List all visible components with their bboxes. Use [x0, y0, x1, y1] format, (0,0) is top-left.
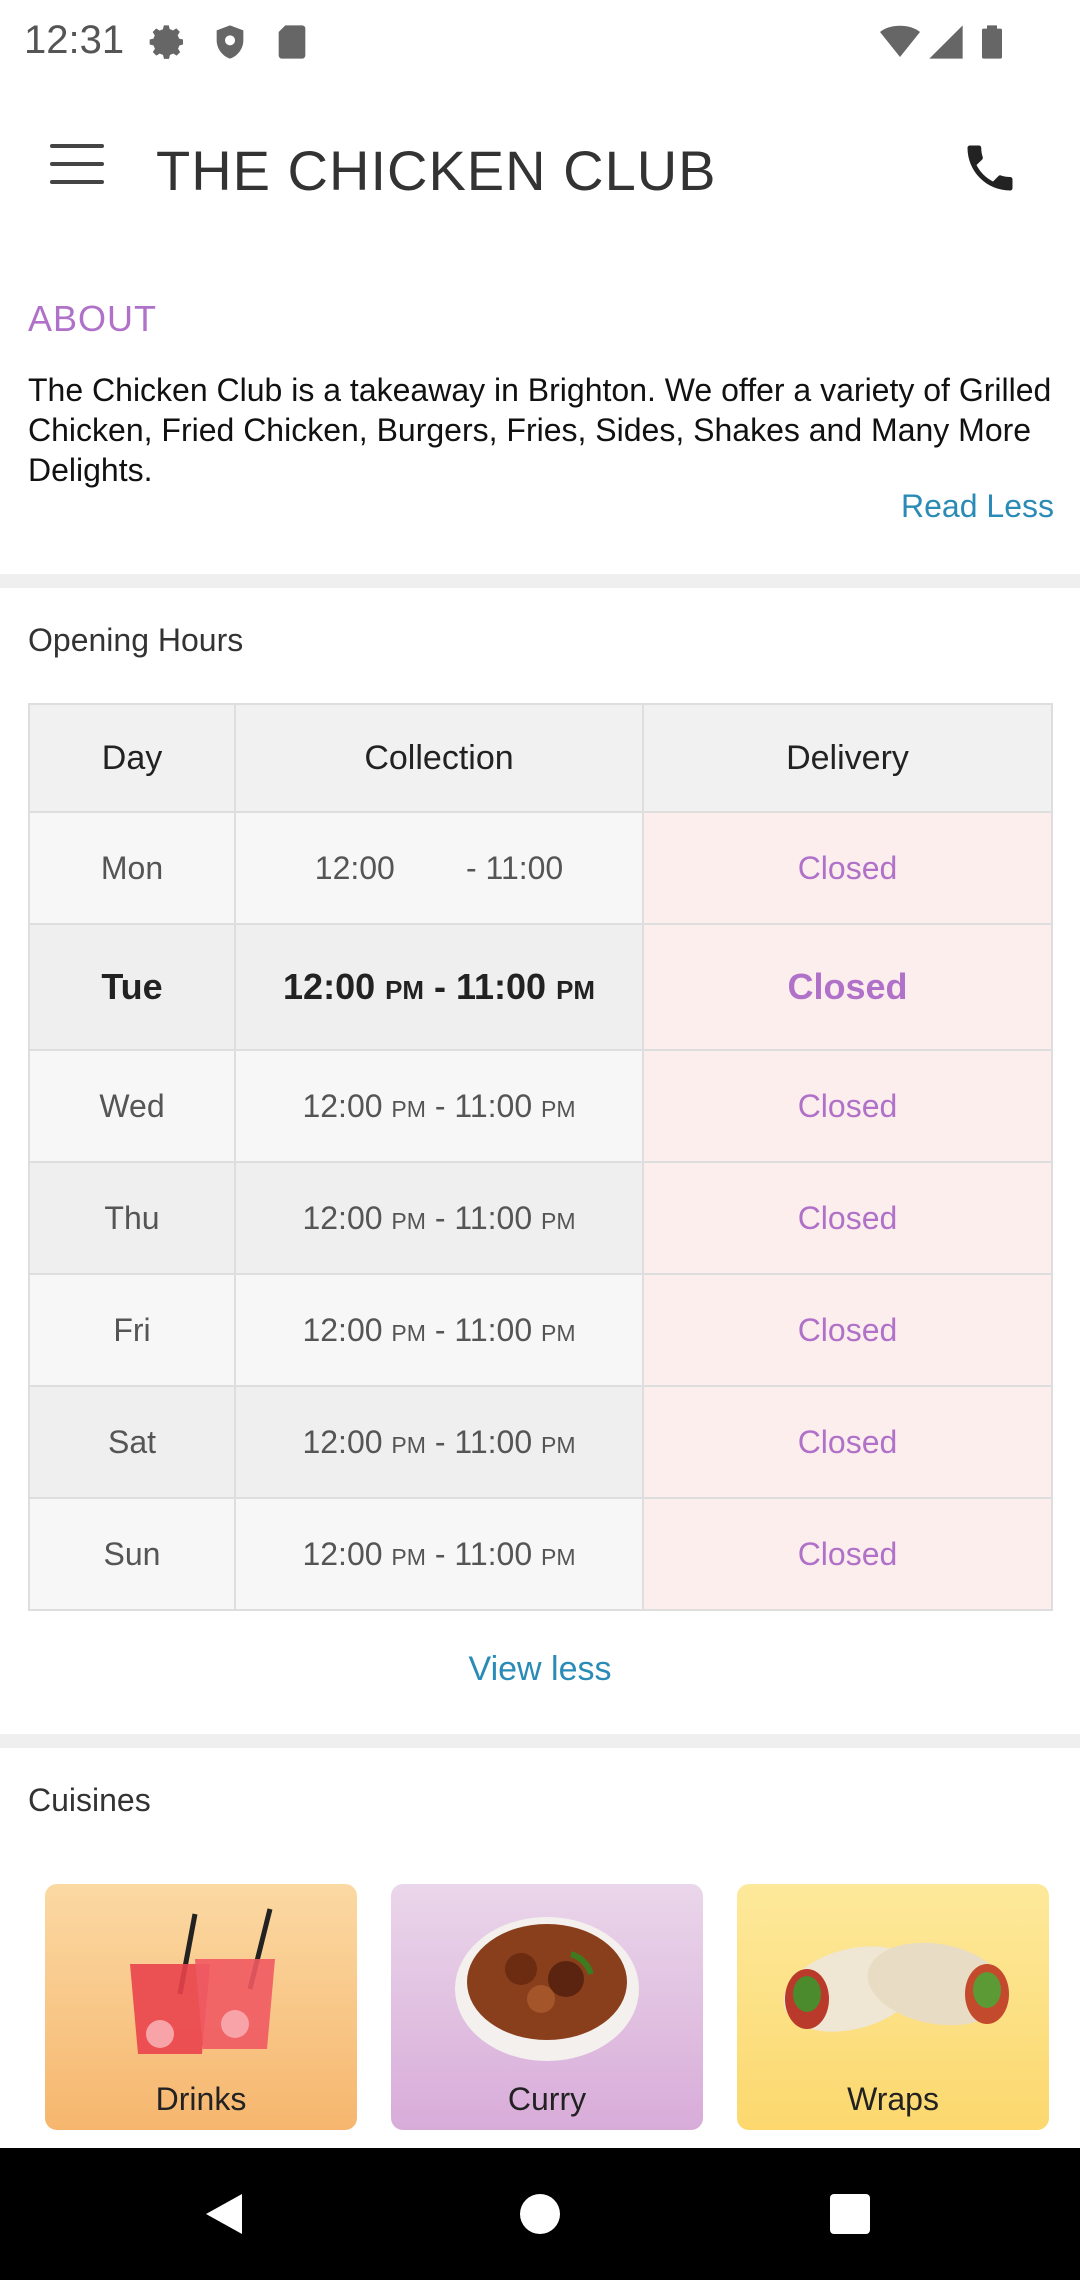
table-row: Wed 12:00 PM - 11:00 PM Closed	[28, 1049, 1053, 1163]
delivery-cell: Closed	[642, 811, 1053, 925]
opening-hours-table: Day Collection Delivery Mon 12:00 - 11:0…	[28, 703, 1053, 1611]
day-cell: Wed	[28, 1049, 236, 1163]
home-icon[interactable]	[516, 2190, 564, 2238]
back-icon[interactable]	[202, 2190, 250, 2238]
wraps-image	[783, 1942, 1009, 2032]
column-header-day: Day	[28, 703, 236, 813]
phone-icon[interactable]	[960, 138, 1020, 198]
read-less-link[interactable]: Read Less	[901, 488, 1054, 525]
collection-cell: 12:00 PM - 11:00 PM	[234, 1049, 644, 1163]
delivery-cell: Closed	[642, 923, 1053, 1051]
delivery-cell: Closed	[642, 1273, 1053, 1387]
cuisine-label: Wraps	[847, 2081, 939, 2117]
day-cell: Fri	[28, 1273, 236, 1387]
cuisine-label: Curry	[507, 2081, 587, 2117]
collection-cell: 12:00 PM - 11:00 PM	[234, 1497, 644, 1611]
cuisine-card-curry[interactable]: Curry	[391, 1884, 703, 2130]
shield-icon	[216, 25, 244, 59]
table-row: Mon 12:00 - 11:00 Closed	[28, 811, 1053, 925]
day-cell: Mon	[28, 811, 236, 925]
table-row: Sat 12:00 PM - 11:00 PM Closed	[28, 1385, 1053, 1499]
table-header-row: Day Collection Delivery	[28, 703, 1053, 813]
day-cell: Sun	[28, 1497, 236, 1611]
table-row: Sun 12:00 PM - 11:00 PM Closed	[28, 1497, 1053, 1611]
collection-cell: 12:00 PM - 11:00 PM	[234, 1385, 644, 1499]
cuisine-label: Drinks	[155, 2081, 247, 2117]
battery-icon	[982, 25, 1002, 59]
cuisine-card-drinks[interactable]: Drinks	[45, 1884, 357, 2130]
column-header-delivery: Delivery	[642, 703, 1053, 813]
collection-cell: 12:00 - 11:00	[234, 811, 644, 925]
signal-icon	[929, 25, 963, 59]
about-description: The Chicken Club is a takeaway in Bright…	[28, 372, 1052, 488]
column-header-collection: Collection	[234, 703, 644, 813]
status-time: 12:31	[24, 18, 125, 62]
page-title: THE CHICKEN CLUB	[156, 139, 717, 202]
menu-icon[interactable]	[50, 144, 104, 184]
section-divider	[0, 574, 1080, 588]
view-less-link[interactable]: View less	[0, 1650, 1080, 1689]
recents-icon[interactable]	[826, 2190, 874, 2238]
opening-hours-heading: Opening Hours	[28, 622, 244, 658]
wifi-icon	[880, 25, 920, 57]
delivery-cell: Closed	[642, 1385, 1053, 1499]
section-divider	[0, 1734, 1080, 1748]
day-cell: Thu	[28, 1161, 236, 1275]
sd-card-icon	[278, 25, 306, 59]
system-nav-bar	[0, 2148, 1080, 2280]
delivery-cell: Closed	[642, 1497, 1053, 1611]
collection-cell: 12:00 PM - 11:00 PM	[234, 923, 644, 1051]
delivery-cell: Closed	[642, 1161, 1053, 1275]
collection-cell: 12:00 PM - 11:00 PM	[234, 1273, 644, 1387]
about-heading: ABOUT	[28, 298, 158, 339]
settings-icon	[149, 25, 183, 59]
cuisines-heading: Cuisines	[28, 1782, 151, 1818]
day-cell: Sat	[28, 1385, 236, 1499]
table-row: Thu 12:00 PM - 11:00 PM Closed	[28, 1161, 1053, 1275]
table-row-today: Tue 12:00 PM - 11:00 PM Closed	[28, 923, 1053, 1051]
delivery-cell: Closed	[642, 1049, 1053, 1163]
table-row: Fri 12:00 PM - 11:00 PM Closed	[28, 1273, 1053, 1387]
cuisine-card-wraps[interactable]: Wraps	[737, 1884, 1049, 2130]
collection-cell: 12:00 PM - 11:00 PM	[234, 1161, 644, 1275]
app-bar: THE CHICKEN CLUB	[0, 88, 1080, 248]
drinks-image	[130, 1908, 275, 2054]
curry-image	[455, 1917, 639, 2061]
day-cell: Tue	[28, 923, 236, 1051]
status-bar: 12:31	[0, 0, 1080, 88]
